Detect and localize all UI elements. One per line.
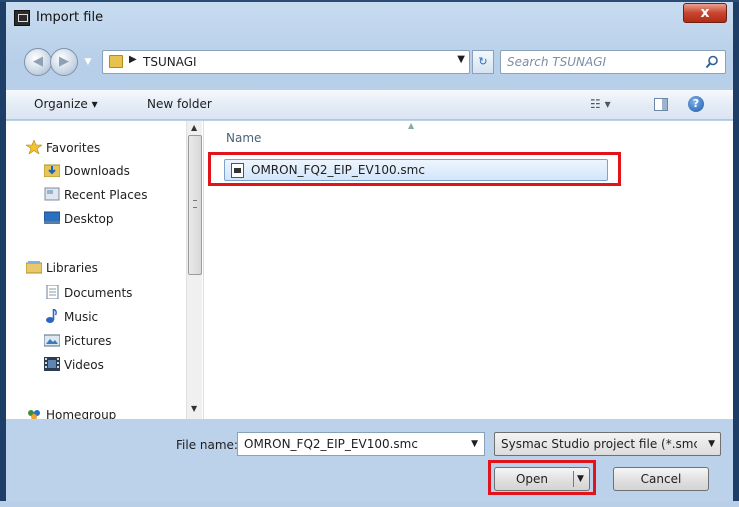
command-toolbar: Organize ▾ New folder ☷ ▾ ?	[6, 90, 733, 120]
file-type-value[interactable]: Sysmac Studio project file (*.smc)	[501, 437, 697, 451]
folder-icon	[109, 55, 123, 68]
close-button[interactable]: x	[683, 3, 727, 23]
sidebar-item-label: Desktop	[64, 212, 114, 226]
window-bottom-edge	[0, 501, 739, 507]
change-view-button[interactable]: ☷ ▾	[590, 97, 611, 111]
sidebar-item-label: Music	[64, 310, 99, 324]
back-button[interactable]: ◀	[24, 48, 52, 76]
new-folder-button[interactable]: New folder	[147, 97, 212, 111]
recent-locations-dropdown-icon[interactable]: ▼	[80, 54, 96, 70]
address-bar[interactable]: ▶ TSUNAGI ▼	[102, 50, 470, 74]
organize-menu[interactable]: Organize ▾	[34, 97, 98, 111]
search-input[interactable]	[507, 54, 693, 70]
app-icon	[14, 10, 30, 26]
cancel-button[interactable]: Cancel	[613, 467, 709, 491]
sort-ascending-icon: ▲	[408, 121, 415, 130]
navigation-pane-scrollbar[interactable]: ▲ ▼	[186, 121, 202, 419]
search-icon[interactable]	[705, 55, 719, 69]
title-bar[interactable]: Import file x	[6, 2, 733, 32]
homegroup-icon	[28, 410, 40, 419]
sidebar-item-label: Recent Places	[64, 188, 148, 202]
file-name-dropdown-icon[interactable]: ▼	[471, 439, 478, 449]
videos-icon	[44, 357, 60, 371]
navigation-bar: ◀ ▶ ▼ ▶ TSUNAGI ▼ ↻	[6, 48, 733, 76]
downloads-folder-icon	[44, 164, 60, 177]
file-name-label: File name:	[176, 438, 238, 452]
music-icon	[46, 309, 57, 323]
file-highlight-annotation	[208, 152, 621, 186]
documents-icon	[46, 285, 59, 299]
sidebar-item-label: Homegroup	[46, 408, 117, 419]
search-box[interactable]	[500, 50, 726, 74]
libraries-icon	[26, 261, 42, 274]
open-highlight-annotation	[488, 460, 596, 495]
scroll-down-icon[interactable]: ▼	[191, 404, 197, 413]
sidebar-item-label: Videos	[64, 358, 104, 372]
file-type-select[interactable]: Sysmac Studio project file (*.smc) ▼	[494, 432, 721, 456]
forward-button[interactable]: ▶	[50, 48, 78, 76]
address-dropdown-icon[interactable]: ▼	[457, 54, 465, 65]
pictures-icon	[44, 334, 60, 347]
breadcrumb-separator-icon[interactable]: ▶	[129, 54, 137, 65]
star-icon	[26, 140, 42, 154]
navigation-pane: Favorites Downloads Recent Places Deskto…	[6, 121, 202, 419]
file-name-value[interactable]: OMRON_FQ2_EIP_EV100.smc	[244, 437, 418, 451]
pane-splitter[interactable]	[203, 121, 207, 419]
breadcrumb-tsunagi[interactable]: TSUNAGI	[143, 55, 197, 69]
scrollbar-thumb[interactable]	[188, 135, 202, 275]
column-header-name[interactable]: Name	[226, 131, 261, 145]
scroll-up-icon[interactable]: ▲	[191, 123, 197, 132]
sidebar-item-label: Libraries	[46, 261, 98, 275]
sidebar-item-label: Favorites	[46, 141, 101, 155]
preview-pane-icon[interactable]	[654, 98, 668, 111]
file-name-field[interactable]: OMRON_FQ2_EIP_EV100.smc ▼	[237, 432, 485, 456]
sidebar-item-label: Downloads	[64, 164, 130, 178]
sidebar-item-label: Documents	[64, 286, 133, 300]
sidebar-item-label: Pictures	[64, 334, 112, 348]
recent-places-icon	[44, 187, 60, 201]
file-type-dropdown-icon[interactable]: ▼	[708, 439, 715, 449]
help-button[interactable]: ?	[688, 96, 704, 112]
desktop-icon	[44, 211, 60, 224]
refresh-button[interactable]: ↻	[472, 50, 494, 74]
window-title: Import file	[36, 10, 104, 25]
